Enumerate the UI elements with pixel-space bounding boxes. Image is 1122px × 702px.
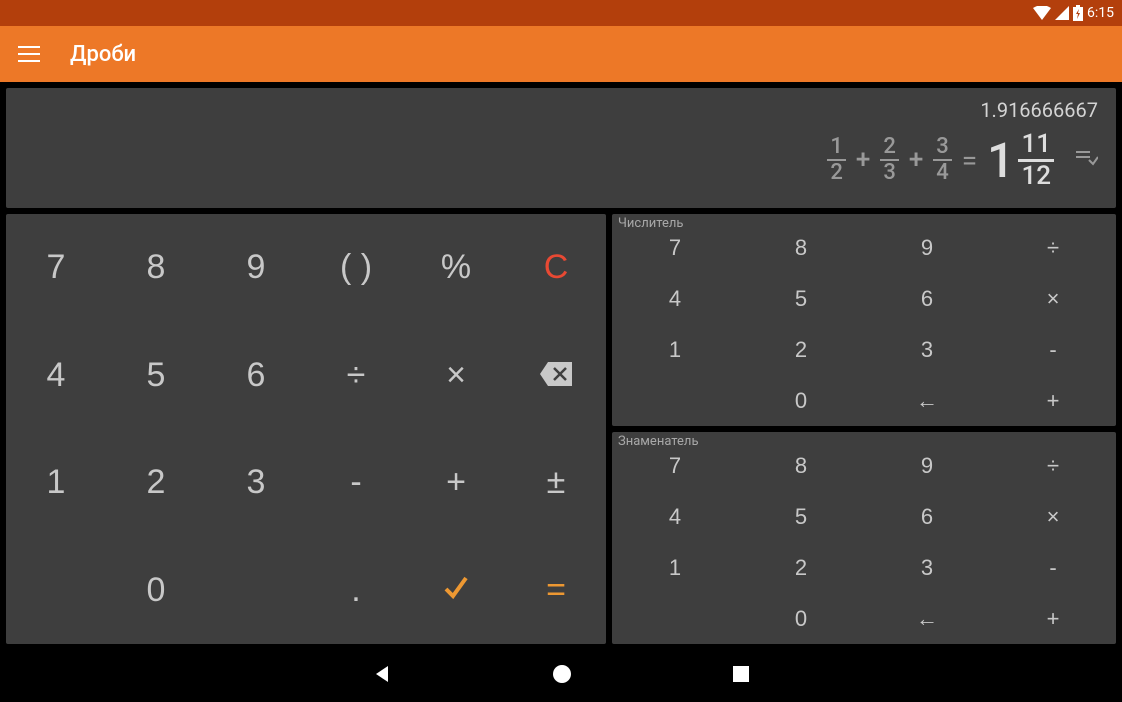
decimal-result: 1.916666667	[24, 98, 1098, 122]
battery-charging-icon	[1073, 5, 1083, 21]
numerator-pad: Числитель 7 8 9 ÷ 4 5 6 × 1 2 3 - 0 ← +	[612, 214, 1116, 426]
num-plus[interactable]: +	[990, 375, 1116, 426]
main-keypad: 7 8 9 ( ) % C 4 5 6 ÷ × 1 2 3 - + ± 0 .	[6, 214, 606, 644]
android-nav-bar	[0, 646, 1122, 702]
wifi-icon	[1033, 6, 1051, 20]
fraction-2: 2 3	[880, 135, 899, 185]
home-icon[interactable]	[552, 664, 572, 684]
fraction-3: 3 4	[933, 135, 952, 185]
num-6[interactable]: 6	[864, 273, 990, 324]
key-equals[interactable]: =	[506, 537, 606, 645]
key-plus[interactable]: +	[406, 429, 506, 537]
result-mixed: 1 11 12	[987, 130, 1054, 190]
app-title: Дроби	[70, 42, 136, 67]
key-percent[interactable]: %	[406, 214, 506, 322]
key-2[interactable]: 2	[106, 429, 206, 537]
key-minus[interactable]: -	[306, 429, 406, 537]
back-icon[interactable]	[372, 664, 392, 684]
menu-icon[interactable]	[18, 46, 40, 62]
den-5[interactable]: 5	[738, 491, 864, 542]
num-3[interactable]: 3	[864, 324, 990, 375]
key-9[interactable]: 9	[206, 214, 306, 322]
key-4[interactable]: 4	[6, 322, 106, 430]
den-0[interactable]: 0	[738, 593, 864, 644]
keypad-container: 7 8 9 ( ) % C 4 5 6 ÷ × 1 2 3 - + ± 0 .	[6, 214, 1116, 644]
num-div[interactable]: ÷	[990, 222, 1116, 273]
fraction-keypads: Числитель 7 8 9 ÷ 4 5 6 × 1 2 3 - 0 ← + …	[612, 214, 1116, 644]
app-bar: Дроби	[0, 26, 1122, 82]
signal-icon	[1055, 6, 1069, 20]
den-div[interactable]: ÷	[990, 440, 1116, 491]
key-3[interactable]: 3	[206, 429, 306, 537]
plus-op: +	[909, 145, 923, 175]
den-2[interactable]: 2	[738, 542, 864, 593]
key-multiply[interactable]: ×	[406, 322, 506, 430]
display: 1.916666667 1 2 + 2 3 + 3 4 = 1 11 12	[6, 88, 1116, 208]
den-6[interactable]: 6	[864, 491, 990, 542]
num-minus[interactable]: -	[990, 324, 1116, 375]
num-0[interactable]: 0	[738, 375, 864, 426]
num-9[interactable]: 9	[864, 222, 990, 273]
den-mul[interactable]: ×	[990, 491, 1116, 542]
denominator-pad: Знаменатель 7 8 9 ÷ 4 5 6 × 1 2 3 - 0 ← …	[612, 432, 1116, 644]
key-divide[interactable]: ÷	[306, 322, 406, 430]
num-1[interactable]: 1	[612, 324, 738, 375]
key-dot[interactable]: .	[306, 537, 406, 645]
key-0[interactable]: 0	[106, 537, 206, 645]
numerator-label: Числитель	[618, 216, 683, 231]
num-blank	[612, 375, 738, 426]
key-paren[interactable]: ( )	[306, 214, 406, 322]
den-9[interactable]: 9	[864, 440, 990, 491]
status-bar: 6:15	[0, 0, 1122, 26]
den-minus[interactable]: -	[990, 542, 1116, 593]
key-clear[interactable]: C	[506, 214, 606, 322]
fraction-1: 1 2	[827, 135, 846, 185]
status-time: 6:15	[1087, 5, 1114, 21]
equals-sign: =	[962, 144, 977, 177]
num-8[interactable]: 8	[738, 222, 864, 273]
num-5[interactable]: 5	[738, 273, 864, 324]
plus-op: +	[856, 145, 870, 175]
key-5[interactable]: 5	[106, 322, 206, 430]
den-1[interactable]: 1	[612, 542, 738, 593]
key-1[interactable]: 1	[6, 429, 106, 537]
simplify-icon[interactable]	[1076, 150, 1098, 170]
key-check[interactable]	[406, 537, 506, 645]
num-back[interactable]: ←	[864, 375, 990, 426]
denominator-label: Знаменатель	[618, 434, 699, 449]
key-backspace[interactable]	[506, 322, 606, 430]
den-blank	[612, 593, 738, 644]
num-mul[interactable]: ×	[990, 273, 1116, 324]
key-7[interactable]: 7	[6, 214, 106, 322]
den-back[interactable]: ←	[864, 593, 990, 644]
key-8[interactable]: 8	[106, 214, 206, 322]
den-plus[interactable]: +	[990, 593, 1116, 644]
num-2[interactable]: 2	[738, 324, 864, 375]
den-8[interactable]: 8	[738, 440, 864, 491]
recents-icon[interactable]	[732, 665, 750, 683]
num-4[interactable]: 4	[612, 273, 738, 324]
key-plusminus[interactable]: ±	[506, 429, 606, 537]
den-3[interactable]: 3	[864, 542, 990, 593]
key-6[interactable]: 6	[206, 322, 306, 430]
den-4[interactable]: 4	[612, 491, 738, 542]
expression: 1 2 + 2 3 + 3 4 = 1 11 12	[24, 130, 1098, 190]
